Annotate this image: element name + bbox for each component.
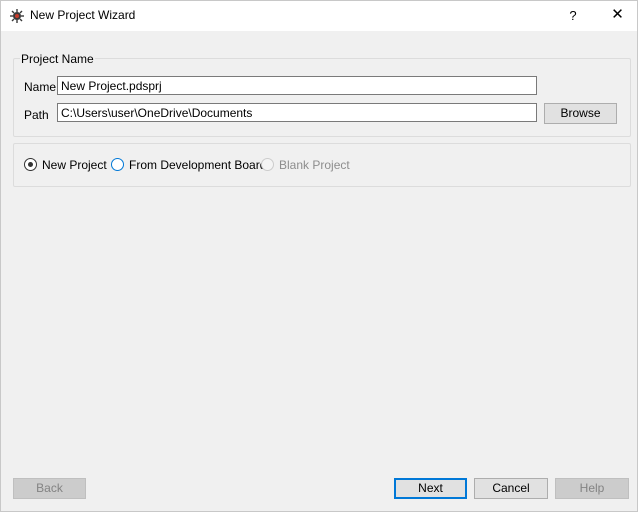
help-button[interactable]: Help [555, 478, 629, 499]
project-name-group-title: Project Name [20, 52, 95, 66]
window-title: New Project Wizard [30, 8, 136, 22]
path-field[interactable]: C:\Users\user\OneDrive\Documents [57, 103, 537, 122]
blank-project-radio [261, 158, 274, 171]
title-bar: New Project Wizard ? ✕ [0, 0, 638, 31]
app-icon [9, 8, 25, 24]
path-label: Path [24, 108, 49, 122]
name-field[interactable]: New Project.pdsprj [57, 76, 537, 95]
next-button[interactable]: Next [394, 478, 467, 499]
close-icon[interactable]: ✕ [597, 0, 638, 31]
name-label: Name [24, 80, 57, 94]
help-title-button[interactable]: ? [553, 0, 593, 31]
cancel-button[interactable]: Cancel [474, 478, 548, 499]
from-board-radio[interactable] [111, 158, 124, 171]
back-button[interactable]: Back [13, 478, 86, 499]
from-board-label[interactable]: From Development Board [129, 158, 266, 172]
blank-project-label: Blank Project [279, 158, 350, 172]
new-project-radio[interactable] [24, 158, 37, 171]
new-project-label[interactable]: New Project [42, 158, 107, 172]
project-name-group [13, 58, 631, 137]
browse-button[interactable]: Browse [544, 103, 617, 124]
